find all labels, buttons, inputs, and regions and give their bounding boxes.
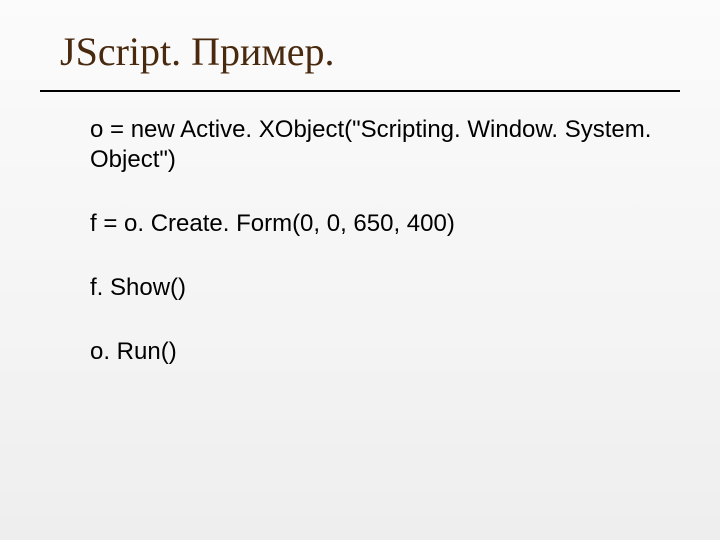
slide-body: o = new Active. XObject("Scripting. Wind… (90, 115, 660, 367)
code-line-4: o. Run() (90, 337, 660, 367)
code-line-1: o = new Active. XObject("Scripting. Wind… (90, 115, 660, 175)
code-line-2: f = o. Create. Form(0, 0, 650, 400) (90, 209, 660, 239)
slide-title: JScript. Пример. (60, 28, 334, 75)
slide: JScript. Пример. o = new Active. XObject… (0, 0, 720, 540)
code-line-3: f. Show() (90, 273, 660, 303)
title-underline (40, 90, 680, 92)
